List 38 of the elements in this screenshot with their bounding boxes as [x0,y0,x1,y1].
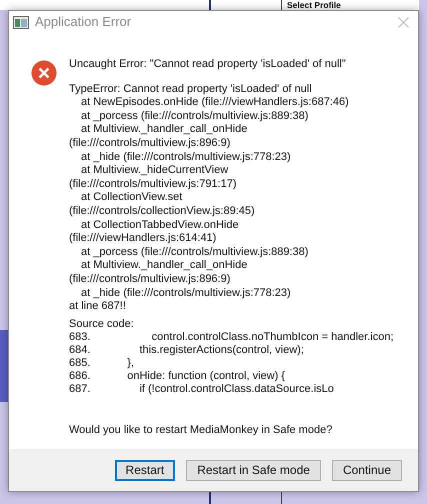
error-icon [31,60,57,86]
trace-line: (file:///controls/multiview.js:896:9) [69,136,232,151]
trace-line: (file:///controls/multiview.js:791:17) [69,178,238,192]
line-number: 687. [69,382,92,396]
trace-line: at _hide (file:///controls/multiview.js:778:23) [80,286,292,300]
trace-line: at _porcess (file:///controls/multiview.js:889:38) [80,246,310,260]
line-number: 684. [69,344,92,357]
close-icon [398,16,408,28]
line-number: 685. [69,356,92,370]
dialog-button[interactable]: Restart in Safe mode [186,460,321,480]
panel-heading: Select Profile [287,0,341,10]
code-line: if (!control.controlClass.dataSource.isLo [138,382,334,396]
window-title: Application Error [35,13,132,32]
trace-line: at NewEpisodes.onHide (file:///viewHandlers.js:687:46) [80,96,350,110]
trace-line: (file:///controls/collectionView.js:89:45) [69,204,256,219]
code-line: control.controlClass.noThumbIcon = handler.icon; [150,330,394,344]
trace-line: at CollectionTabbedView.onHide [80,218,240,232]
trace-line: at Multiview._hideCurrentView [80,164,230,178]
dialog-button[interactable]: Restart [114,460,176,480]
trace-line: at _hide (file:///controls/multiview.js:778:23) [80,150,292,164]
trace-line: (file:///viewHandlers.js:614:41) [69,232,218,246]
line-number: 683. [69,330,92,344]
trace-line: at Multiview._handler_call_onHide [80,259,248,273]
code-line: }, [126,356,134,370]
trace-line: at Multiview._handler_call_onHide [80,123,248,137]
trace-line: (file:///controls/multiview.js:896:9) [69,272,232,286]
trace-line: TypeError: Cannot read property 'isLoaded' of null [69,82,313,96]
dialog-button[interactable]: Continue [332,460,402,480]
window-icon [13,16,29,28]
trace-line: at _porcess (file:///controls/multiview.js:889:38) [80,110,310,124]
question-text: Would you like to restart MediaMonkey in Safe mode? [69,424,334,438]
trace-line: at CollectionView.set [80,191,184,205]
code-line: this.registerActions(control, view); [138,344,304,357]
source-heading: Source code: [69,318,135,331]
error-message: Uncaught Error: "Cannot read property 'isLoaded' of null" [69,58,347,72]
line-number: 686. [69,370,92,383]
code-line: onHide: function (control, view) { [126,370,285,383]
trace-line: at line 687!! [69,300,127,314]
